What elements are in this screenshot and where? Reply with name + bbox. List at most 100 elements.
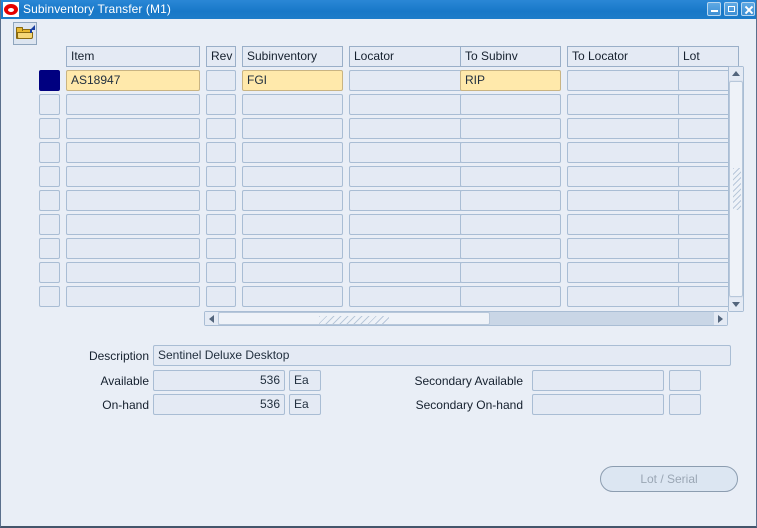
- row-selector[interactable]: [39, 94, 60, 115]
- onhand-value[interactable]: 536: [153, 394, 285, 415]
- grid-horizontal-scrollbar[interactable]: [204, 311, 728, 326]
- grid-vertical-scrollbar[interactable]: [728, 66, 744, 312]
- grid-cell[interactable]: [460, 262, 561, 283]
- grid-cell[interactable]: [349, 166, 462, 187]
- grid-cell[interactable]: FGI: [242, 70, 343, 91]
- grid-column-header[interactable]: Subinventory: [242, 46, 343, 67]
- grid-cell[interactable]: [242, 238, 343, 259]
- scroll-left-arrow-icon[interactable]: [205, 312, 218, 325]
- grid-cell[interactable]: [349, 70, 462, 91]
- secondary-onhand-value[interactable]: [532, 394, 664, 415]
- table-row[interactable]: AS18947 FGI RIP: [39, 69, 739, 93]
- row-selector[interactable]: [39, 166, 60, 187]
- row-selector[interactable]: [39, 142, 60, 163]
- grid-cell[interactable]: [66, 94, 200, 115]
- available-uom[interactable]: Ea: [289, 370, 321, 391]
- grid-cell[interactable]: [242, 286, 343, 307]
- grid-column-header[interactable]: Locator: [349, 46, 462, 67]
- row-selector[interactable]: [39, 238, 60, 259]
- grid-cell[interactable]: [349, 118, 462, 139]
- description-value[interactable]: Sentinel Deluxe Desktop: [153, 345, 731, 366]
- available-value[interactable]: 536: [153, 370, 285, 391]
- grid-cell[interactable]: [567, 214, 680, 235]
- scroll-down-arrow-icon[interactable]: [729, 298, 743, 311]
- grid-cell[interactable]: [567, 190, 680, 211]
- grid-cell[interactable]: [206, 214, 236, 235]
- grid-cell[interactable]: [66, 238, 200, 259]
- grid-cell[interactable]: [460, 142, 561, 163]
- find-button[interactable]: [13, 22, 37, 45]
- table-row[interactable]: [39, 93, 739, 117]
- grid-cell[interactable]: [349, 94, 462, 115]
- close-button[interactable]: [741, 2, 755, 16]
- grid-cell[interactable]: [567, 142, 680, 163]
- table-row[interactable]: [39, 213, 739, 237]
- grid-cell[interactable]: [206, 166, 236, 187]
- grid-cell[interactable]: [242, 118, 343, 139]
- row-selector[interactable]: [39, 286, 60, 307]
- grid-cell[interactable]: [349, 262, 462, 283]
- grid-cell[interactable]: [206, 190, 236, 211]
- grid-column-header[interactable]: To Subinv: [460, 46, 561, 67]
- grid-cell[interactable]: [242, 190, 343, 211]
- grid-cell[interactable]: [242, 166, 343, 187]
- row-selector[interactable]: [39, 262, 60, 283]
- grid-cell[interactable]: [349, 286, 462, 307]
- grid-cell[interactable]: [349, 142, 462, 163]
- grid-cell[interactable]: [567, 262, 680, 283]
- grid-cell[interactable]: [66, 142, 200, 163]
- grid-cell[interactable]: [567, 166, 680, 187]
- row-selector[interactable]: [39, 118, 60, 139]
- grid-cell[interactable]: [206, 142, 236, 163]
- grid-cell[interactable]: [66, 214, 200, 235]
- vertical-scrollbar-thumb[interactable]: [729, 81, 743, 297]
- grid-cell[interactable]: [66, 286, 200, 307]
- grid-cell[interactable]: [242, 262, 343, 283]
- grid-cell[interactable]: [66, 166, 200, 187]
- grid-cell[interactable]: [567, 70, 680, 91]
- grid-cell[interactable]: [349, 214, 462, 235]
- grid-cell[interactable]: [66, 190, 200, 211]
- grid-cell[interactable]: [460, 94, 561, 115]
- grid-cell[interactable]: [460, 286, 561, 307]
- grid-column-header[interactable]: Lot: [678, 46, 739, 67]
- secondary-available-value[interactable]: [532, 370, 664, 391]
- grid-column-header[interactable]: Rev: [206, 46, 236, 67]
- table-row[interactable]: [39, 165, 739, 189]
- horizontal-scrollbar-thumb[interactable]: [218, 312, 490, 325]
- grid-cell[interactable]: [460, 238, 561, 259]
- grid-cell[interactable]: AS18947: [66, 70, 200, 91]
- grid-cell[interactable]: [206, 94, 236, 115]
- grid-cell[interactable]: [242, 142, 343, 163]
- grid-cell[interactable]: [567, 238, 680, 259]
- scroll-up-arrow-icon[interactable]: [729, 67, 743, 80]
- grid-cell[interactable]: [349, 190, 462, 211]
- scroll-right-arrow-icon[interactable]: [714, 312, 727, 325]
- lot-serial-button[interactable]: Lot / Serial: [600, 466, 738, 492]
- grid-cell[interactable]: [66, 118, 200, 139]
- grid-cell[interactable]: [206, 286, 236, 307]
- table-row[interactable]: [39, 117, 739, 141]
- table-row[interactable]: [39, 285, 739, 309]
- grid-cell[interactable]: [206, 70, 236, 91]
- table-row[interactable]: [39, 189, 739, 213]
- minimize-button[interactable]: [707, 2, 721, 16]
- grid-column-header[interactable]: Item: [66, 46, 200, 67]
- grid-cell[interactable]: [206, 262, 236, 283]
- grid-cell[interactable]: [460, 190, 561, 211]
- grid-cell[interactable]: [206, 118, 236, 139]
- grid-cell[interactable]: [349, 238, 462, 259]
- grid-column-header[interactable]: To Locator: [567, 46, 680, 67]
- row-selector[interactable]: [39, 214, 60, 235]
- maximize-button[interactable]: [724, 2, 738, 16]
- table-row[interactable]: [39, 237, 739, 261]
- secondary-available-uom[interactable]: [669, 370, 701, 391]
- grid-cell[interactable]: [66, 262, 200, 283]
- row-selector[interactable]: [39, 70, 60, 91]
- grid-cell[interactable]: RIP: [460, 70, 561, 91]
- row-selector[interactable]: [39, 190, 60, 211]
- table-row[interactable]: [39, 141, 739, 165]
- grid-cell[interactable]: [206, 238, 236, 259]
- onhand-uom[interactable]: Ea: [289, 394, 321, 415]
- grid-cell[interactable]: [460, 214, 561, 235]
